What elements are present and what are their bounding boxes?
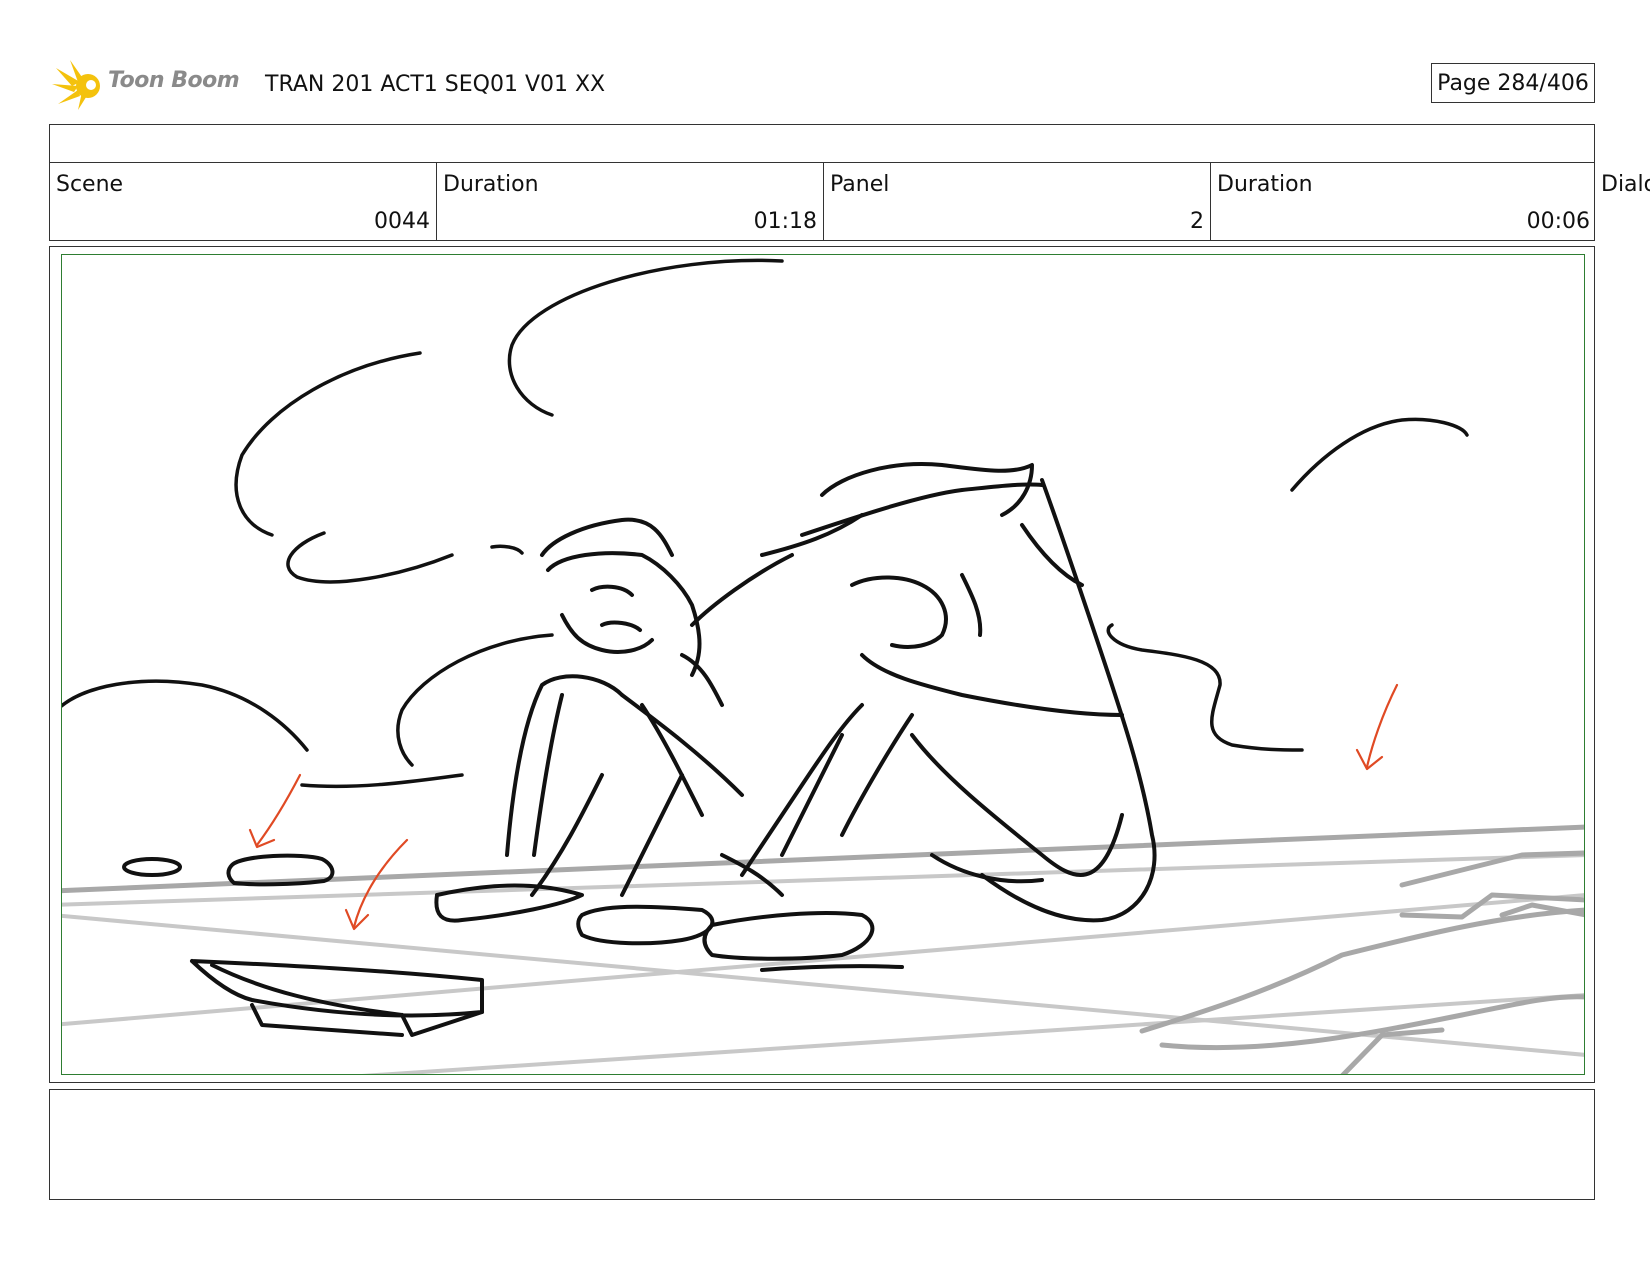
dialog-label: Dialo xyxy=(1601,172,1650,197)
scene-duration-cell: Duration 01:18 xyxy=(437,162,824,240)
panel-duration-cell: Duration 00:06 xyxy=(1211,162,1596,240)
toon-boom-logo: Toon Boom xyxy=(52,58,252,112)
sequence-title-row xyxy=(49,124,1595,163)
panel-duration-value: 00:06 xyxy=(1526,209,1590,234)
panel-notes-box xyxy=(49,1089,1595,1200)
panel-duration-label: Duration xyxy=(1217,172,1313,197)
panel-cell: Panel 2 xyxy=(824,162,1211,240)
scene-cell: Scene 0044 xyxy=(50,162,437,240)
panel-value: 2 xyxy=(1190,209,1204,234)
panel-info-row: Scene 0044 Duration 01:18 Panel 2 Durati… xyxy=(49,162,1595,241)
toon-boom-logo-icon xyxy=(52,60,100,110)
scene-duration-value: 01:18 xyxy=(753,209,817,234)
document-title: TRAN 201 ACT1 SEQ01 V01 XX xyxy=(265,72,606,97)
panel-label: Panel xyxy=(830,172,890,197)
scene-value: 0044 xyxy=(374,209,430,234)
storyboard-panel-image xyxy=(61,254,1585,1075)
logo-text: Toon Boom xyxy=(108,68,240,93)
page-indicator: Page 284/406 xyxy=(1431,63,1595,103)
scene-label: Scene xyxy=(56,172,124,197)
sketch-drawing xyxy=(62,258,1584,1074)
scene-duration-label: Duration xyxy=(443,172,539,197)
